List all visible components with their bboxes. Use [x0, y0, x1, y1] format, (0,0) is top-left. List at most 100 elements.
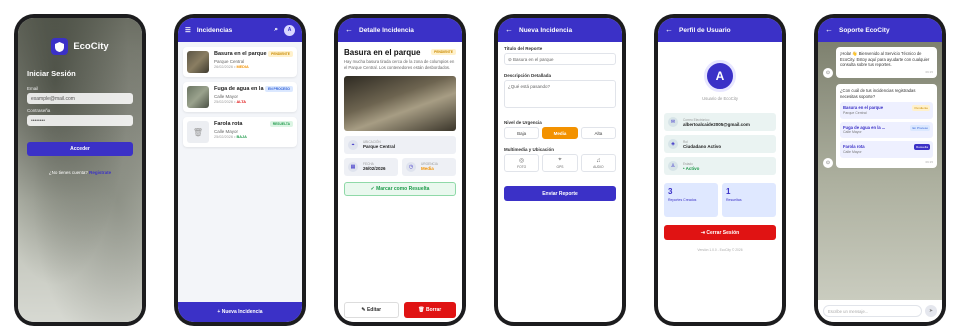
- password-input[interactable]: ••••••••: [27, 115, 133, 126]
- chat-header: ← Soporte EcoCity: [818, 18, 942, 42]
- search-icon[interactable]: ⌕: [274, 26, 278, 34]
- stat-resolved: 1 Resueltas: [722, 183, 776, 217]
- mail-icon: ✉: [668, 117, 678, 127]
- logout-button[interactable]: ⇥ Cerrar Sesión: [664, 225, 776, 240]
- email-input[interactable]: example@mail.com: [27, 93, 133, 104]
- item-location: Calle Mayor: [214, 129, 239, 134]
- media-options: ◎ FOTO ⌖ GPS ♫ AUDIO: [504, 154, 616, 172]
- detail-footer: ✎ Editar 🗑 Borrar: [338, 298, 462, 322]
- status-badge: PENDIENTE: [431, 49, 456, 55]
- clock-icon: ◷: [406, 161, 416, 172]
- calendar-icon: ▦: [348, 161, 358, 172]
- login-screen: EcoCity Iniciar Sesión Email example@mai…: [18, 18, 142, 322]
- incident-photo: [344, 75, 456, 131]
- back-arrow-icon[interactable]: ←: [345, 26, 353, 34]
- urgency-info: ◷ URGENCIA Media: [402, 157, 456, 176]
- email-row: ✉ Correo Electrónico albertoalcaide2005@g…: [664, 113, 776, 131]
- incident-option[interactable]: Farola rota Calle Mayor Resuelta: [840, 141, 933, 158]
- audio-button[interactable]: ♫ AUDIO: [580, 154, 616, 172]
- camera-icon: ◎: [519, 158, 525, 164]
- back-arrow-icon[interactable]: ←: [665, 26, 673, 34]
- detail-description: Hay mucha basura tirada cerca de la zona…: [344, 59, 455, 70]
- role-row: ◈ Rol Ciudadano Activo: [664, 135, 776, 153]
- login-button[interactable]: Acceder: [27, 142, 133, 156]
- item-title: Basura en el parque: [214, 51, 267, 57]
- version-text: Versión 1.0.0 - EcoCity © 2026: [697, 248, 743, 252]
- new-incident-button[interactable]: + Nueva Incidencia: [178, 302, 302, 322]
- title-label: Título del Reporte: [504, 46, 543, 51]
- no-account-text: ¿No tienes cuenta?: [48, 170, 88, 175]
- avatar[interactable]: A: [284, 24, 295, 36]
- incident-option[interactable]: Fuga de agua en la ... Calle Mayor En Pro…: [840, 121, 933, 139]
- back-arrow-icon[interactable]: ←: [505, 26, 513, 34]
- messages: ⊙ ¡Hola! 👋 Bienvenido al Servicio Técnic…: [818, 44, 942, 300]
- phone-list: ☰ Incidencias ⌕ A Basura en el parque Pa…: [174, 14, 306, 326]
- message-input[interactable]: Escribe un mensaje...: [823, 305, 922, 317]
- back-arrow-icon[interactable]: ←: [825, 26, 833, 34]
- detail-header: ← Detalle Incidencia: [338, 18, 462, 42]
- item-title: Fuga de agua en la c...: [214, 86, 273, 92]
- list-title: Incidencias: [196, 26, 233, 34]
- photo-button[interactable]: ◎ FOTO: [504, 154, 540, 172]
- bot-icon: ⊙: [823, 68, 833, 79]
- urgency-low[interactable]: Baja: [504, 127, 540, 139]
- status-badge: PENDIENTE: [268, 51, 293, 57]
- edit-button[interactable]: ✎ Editar: [344, 302, 399, 318]
- bot-message: ⊙ ¿Con cuál de tus incidencias registrad…: [823, 84, 937, 168]
- delete-button[interactable]: 🗑 Borrar: [403, 302, 456, 318]
- list-item[interactable]: 🗑 Farola rota Calle Mayor 25/02/2026 • B…: [183, 117, 297, 147]
- register-row: ¿No tienes cuenta? Registrate: [27, 170, 133, 175]
- trash-icon: 🗑: [187, 121, 209, 143]
- phone-chat: ← Soporte EcoCity ⊙ ¡Hola! 👋 Bienvenido …: [814, 14, 946, 326]
- location-pin-icon: ⌖: [558, 157, 562, 163]
- incident-option[interactable]: Basura en el parque Parque Central Pendie…: [840, 102, 933, 119]
- item-location: Parque Central: [214, 59, 245, 64]
- list-item[interactable]: Fuga de agua en la c... Calle Mayor 25/0…: [183, 82, 297, 112]
- phone-profile: ← Perfil de Usuario A Usuario de EcoCity…: [654, 14, 786, 326]
- new-report-title: Nueva Incidencia: [519, 26, 573, 34]
- shield-icon: ◈: [668, 139, 678, 149]
- logo: EcoCity: [27, 38, 133, 55]
- item-meta: 26/02/2026 • MEDIA: [214, 65, 249, 69]
- incident-photo: [187, 86, 209, 108]
- profile-title: Perfil de Usuario: [679, 26, 731, 34]
- login-title: Iniciar Sesión: [27, 69, 76, 78]
- bot-message: ⊙ ¡Hola! 👋 Bienvenido al Servicio Técnic…: [823, 47, 937, 79]
- detail-screen: ← Detalle Incidencia Basura en el parque…: [338, 18, 462, 322]
- bot-icon: ⊙: [823, 157, 833, 168]
- screens-board: EcoCity Iniciar Sesión Email example@mai…: [0, 0, 957, 329]
- item-meta: 25/02/2026 • BAJA: [214, 135, 247, 139]
- register-link[interactable]: Registrate: [89, 170, 111, 175]
- list-item[interactable]: Basura en el parque Parque Central 26/02…: [183, 47, 297, 77]
- item-title: Farola rota: [214, 121, 243, 127]
- phone-new-report: ← Nueva Incidencia Título del Reporte ⊘ …: [494, 14, 626, 326]
- urgency-label: Nivel de Urgencia: [504, 120, 542, 125]
- app-name: EcoCity: [73, 41, 109, 52]
- urgency-high[interactable]: Alta: [580, 127, 616, 139]
- phone-login: EcoCity Iniciar Sesión Email example@mai…: [14, 14, 146, 326]
- microphone-icon: ♫: [596, 157, 601, 164]
- state-row: ♙ Estado • Activo: [664, 157, 776, 175]
- gps-button[interactable]: ⌖ GPS: [542, 154, 578, 172]
- user-icon: ♙: [668, 161, 678, 171]
- description-input[interactable]: ¿Qué está pasando?: [504, 80, 616, 108]
- profile-screen: ← Perfil de Usuario A Usuario de EcoCity…: [658, 18, 782, 322]
- stat-reports: 3 Reportes Creados: [664, 183, 718, 217]
- status-badge: EN PROCESO: [265, 86, 293, 92]
- profile-subtitle: Usuario de EcoCity: [702, 96, 738, 101]
- mark-resolved-button[interactable]: ✓ Marcar como Resuelta: [344, 181, 456, 196]
- menu-icon[interactable]: ☰: [185, 26, 191, 34]
- date-info: ▦ FECHA 26/02/2026: [344, 157, 398, 176]
- list-screen: ☰ Incidencias ⌕ A Basura en el parque Pa…: [178, 18, 302, 322]
- send-report-button[interactable]: Enviar Reporte: [504, 186, 616, 201]
- title-input[interactable]: ⊘ Basura en el parque: [504, 53, 616, 65]
- send-icon[interactable]: ➤: [925, 305, 937, 317]
- urgency-selector: Baja Media Alta: [504, 127, 616, 139]
- urgency-medium[interactable]: Media: [542, 127, 578, 139]
- chat-screen: ← Soporte EcoCity ⊙ ¡Hola! 👋 Bienvenido …: [818, 18, 942, 322]
- status-badge: RESUELTA: [269, 121, 293, 127]
- detail-header-title: Detalle Incidencia: [359, 26, 414, 34]
- list-header: ☰ Incidencias ⌕ A: [178, 18, 302, 42]
- avatar: A: [704, 60, 736, 92]
- profile-header: ← Perfil de Usuario: [658, 18, 782, 42]
